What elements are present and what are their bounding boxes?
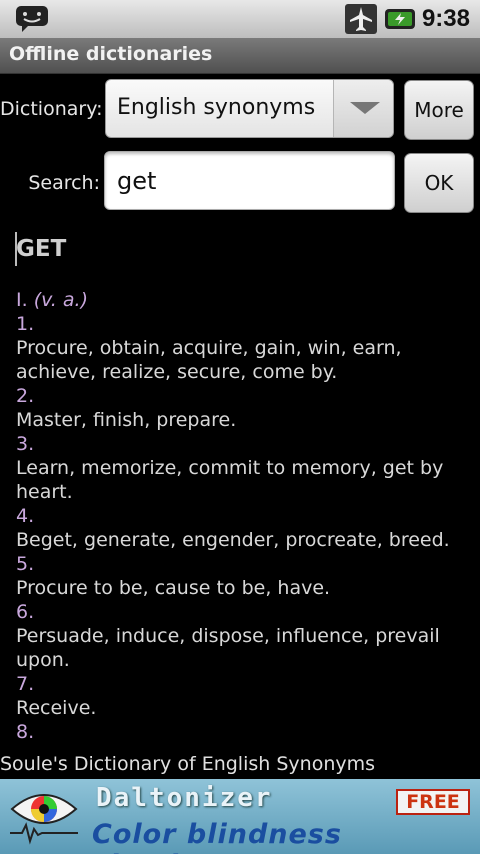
sense-text: Persuade, induce, dispose, influence, pr… — [16, 625, 440, 671]
sense-number: 1. — [16, 313, 35, 335]
sense-text: Learn, memorize, commit to memory, get b… — [16, 457, 444, 503]
dictionary-source: Soule's Dictionary of English Synonyms — [0, 753, 376, 775]
battery-charging-icon — [385, 9, 415, 29]
ad-free-badge: FREE — [396, 789, 470, 815]
dictionary-selected-value: English synonyms — [117, 95, 316, 120]
clock-time: 9:38 — [421, 5, 470, 32]
sense-number: 8. — [16, 721, 35, 743]
eye-icon — [10, 794, 78, 845]
ok-button[interactable]: OK — [404, 153, 474, 213]
sense-number: 7. — [16, 673, 35, 695]
sense-text: Procure, obtain, acquire, gain, win, ear… — [16, 337, 402, 383]
definition-entry: I. (v. a.) 1. Procure, obtain, acquire, … — [16, 288, 476, 744]
ad-title: Daltonizer — [96, 783, 273, 813]
ad-subtitle: Color blindness simulator — [92, 819, 342, 854]
sense-number: 5. — [16, 553, 35, 575]
sense-text: Master, finish, prepare. — [16, 409, 237, 431]
sense-number: 4. — [16, 505, 35, 527]
dictionary-label: Dictionary: — [0, 98, 103, 120]
airplane-mode-icon — [345, 4, 377, 34]
sense-number: 6. — [16, 601, 35, 623]
chevron-down-icon — [350, 102, 380, 114]
headword: GET — [16, 236, 67, 262]
status-bar: 9:38 — [0, 0, 480, 38]
sense-text: Beget, generate, engender, procreate, br… — [16, 529, 450, 551]
sense-text: Procure to be, cause to be, have. — [16, 577, 331, 599]
ad-banner[interactable]: Daltonizer FREE Color blindness simulato… — [0, 779, 480, 854]
search-label: Search: — [28, 172, 100, 194]
sense-number: 3. — [16, 433, 35, 455]
dictionary-spinner[interactable]: English synonyms — [105, 79, 394, 138]
app-title-bar: Offline dictionaries — [0, 38, 480, 74]
app-title: Offline dictionaries — [9, 43, 213, 65]
part-of-speech: (v. a.) — [33, 289, 88, 311]
sense-number: 2. — [16, 385, 35, 407]
sense-text: Receive. — [16, 697, 97, 719]
search-input[interactable] — [104, 151, 395, 210]
dictionary-dropdown-toggle[interactable] — [333, 80, 393, 137]
part-of-speech-line: I. (v. a.) — [16, 288, 476, 312]
roman-numeral: I. — [16, 289, 28, 311]
more-button[interactable]: More — [404, 80, 474, 140]
chat-bubble-icon — [16, 6, 48, 32]
definition-view[interactable]: GET I. (v. a.) 1. Procure, obtain, acqui… — [0, 226, 480, 746]
